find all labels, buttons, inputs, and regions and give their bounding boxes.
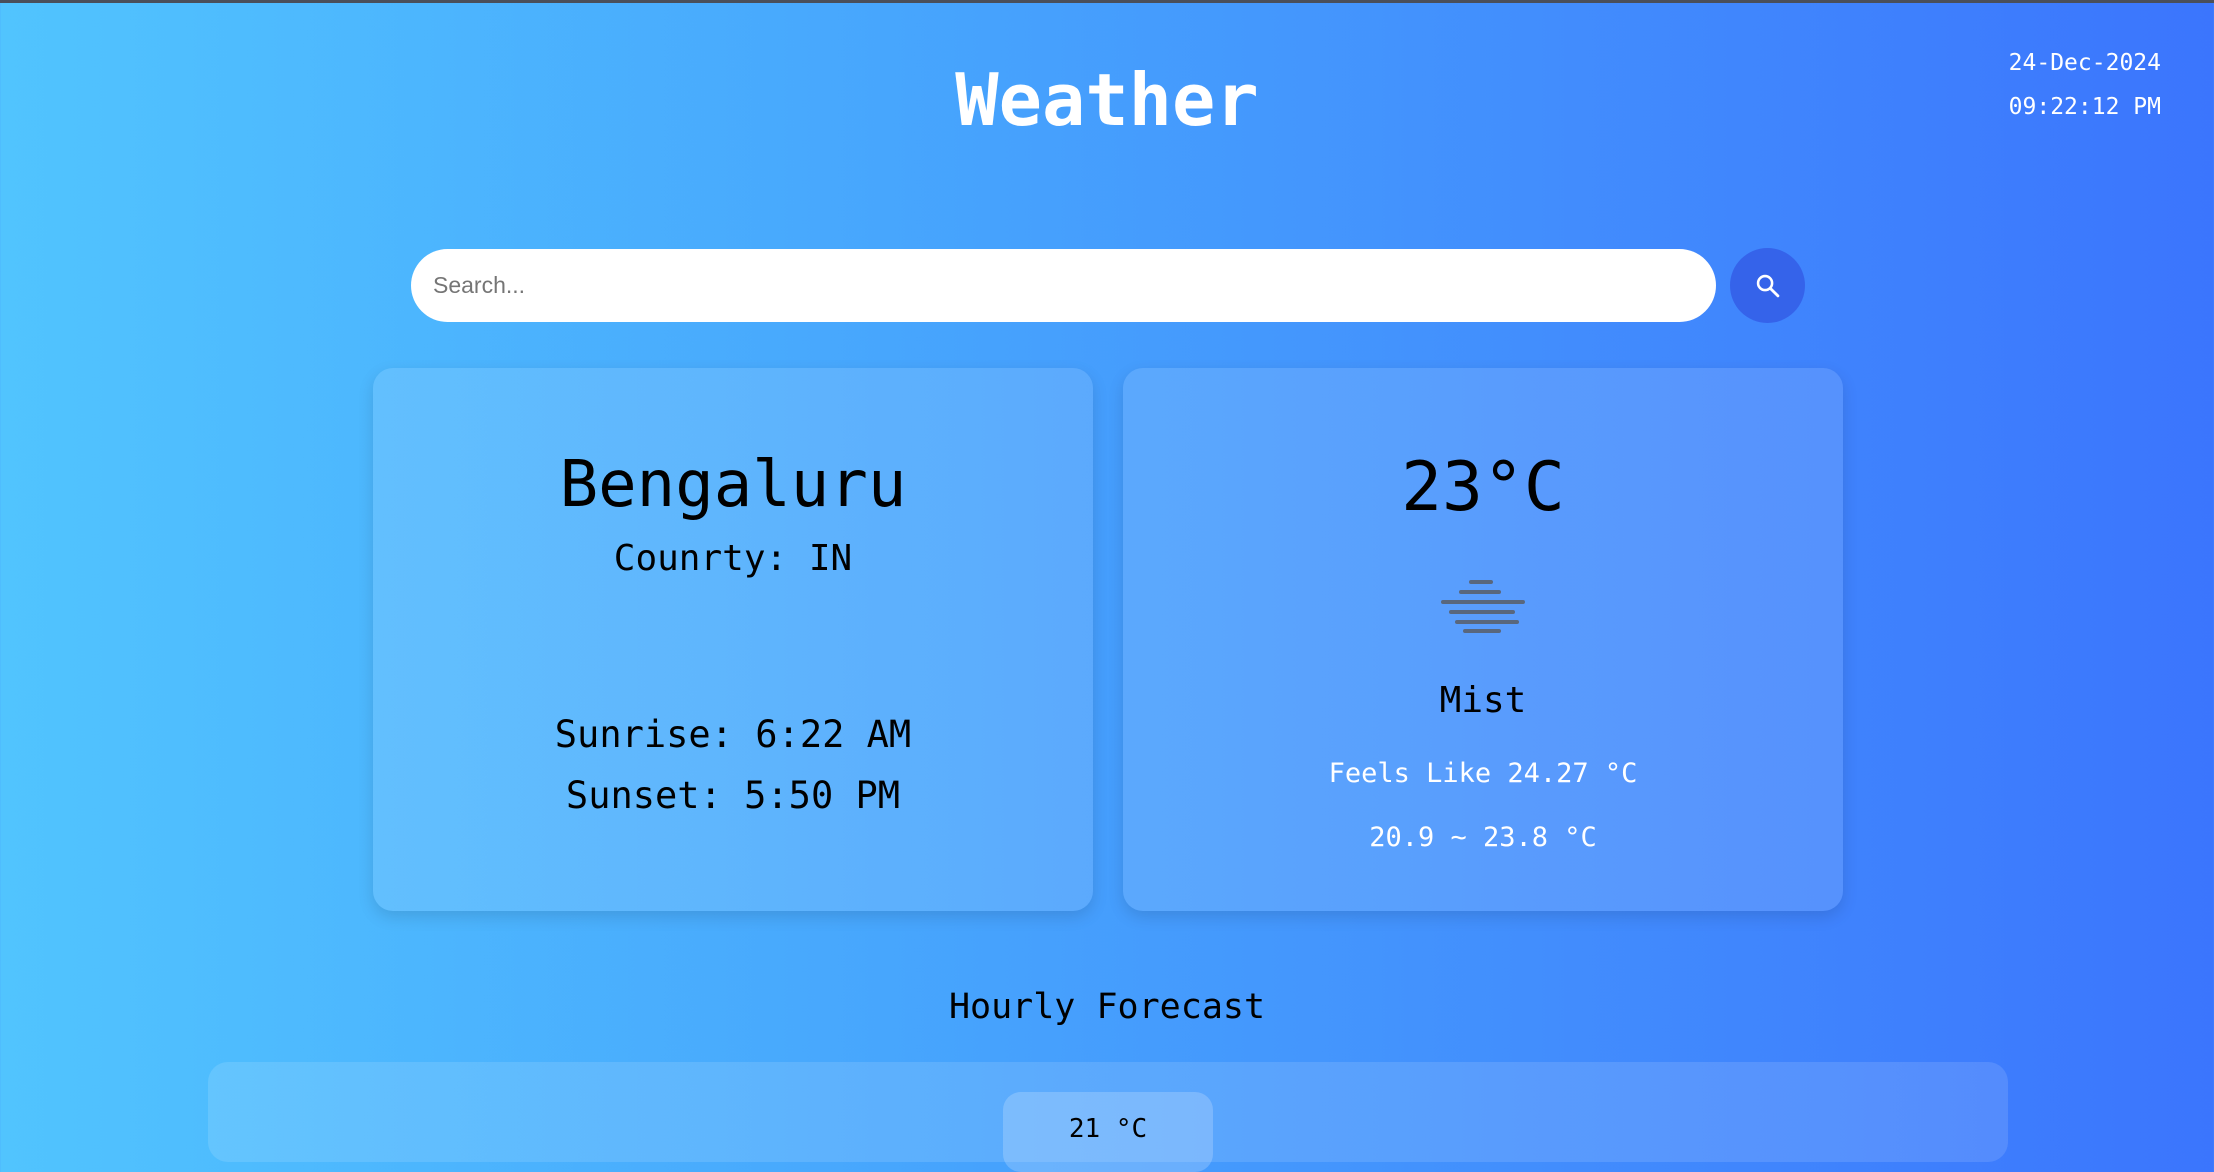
search-input[interactable] [411,249,1716,322]
feels-like-temp: Feels Like 24.27 °C [1328,758,1638,789]
weather-card: 23°C Mist Feels Like 24.27 °C 20.9 ~ 23.… [1123,368,1843,911]
search-icon [1756,274,1779,297]
hourly-temp: 21 °C [1068,1114,1148,1144]
city-name: Bengaluru [559,448,907,522]
app-title: Weather [955,58,1259,142]
country-label: Counrty: IN [613,538,853,579]
weather-condition: Mist [1439,680,1527,721]
hourly-item: 21 °C [1003,1092,1213,1172]
hourly-forecast-title: Hourly Forecast [948,987,1266,1027]
sunrise-time: Sunrise: 6:22 AM [554,713,912,756]
hourly-forecast-panel: 21 °C [208,1062,2008,1172]
location-card: Bengaluru Counrty: IN Sunrise: 6:22 AM S… [373,368,1093,911]
temperature-value: 23°C [1401,448,1565,527]
mist-icon [1441,580,1525,633]
temp-range: 20.9 ~ 23.8 °C [1369,822,1597,853]
sunset-time: Sunset: 5:50 PM [565,774,901,817]
search-button[interactable] [1730,248,1805,323]
